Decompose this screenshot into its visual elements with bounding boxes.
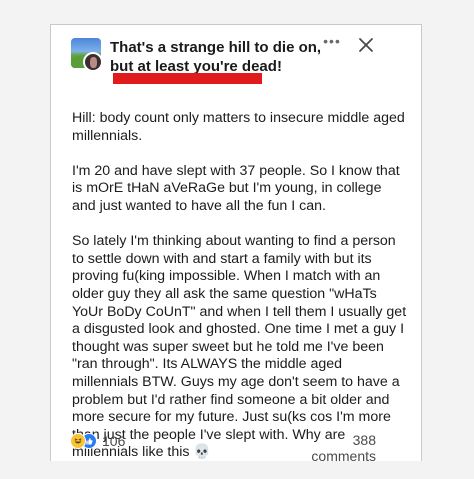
author-avatar-image <box>90 57 97 68</box>
more-horizontal-icon[interactable]: ••• <box>321 34 343 48</box>
post-paragraph: I'm 20 and have slept with 37 people. So… <box>72 162 400 214</box>
post-paragraph: So lately I'm thinking about wanting to … <box>72 233 407 461</box>
close-icon[interactable] <box>357 36 375 54</box>
haha-reaction-icon <box>70 433 86 449</box>
post-title: That's a strange hill to die on, but at … <box>110 39 322 75</box>
post-paragraph: Hill: body count only matters to insecur… <box>72 110 405 144</box>
comments-link[interactable]: 388 comments <box>288 432 376 464</box>
reactions-summary[interactable]: 106 <box>70 432 125 450</box>
reaction-count: 106 <box>102 433 126 449</box>
post-body: Hill: body count only matters to insecur… <box>72 110 407 479</box>
author-avatar[interactable] <box>83 52 103 72</box>
redacted-author-name <box>113 73 262 84</box>
